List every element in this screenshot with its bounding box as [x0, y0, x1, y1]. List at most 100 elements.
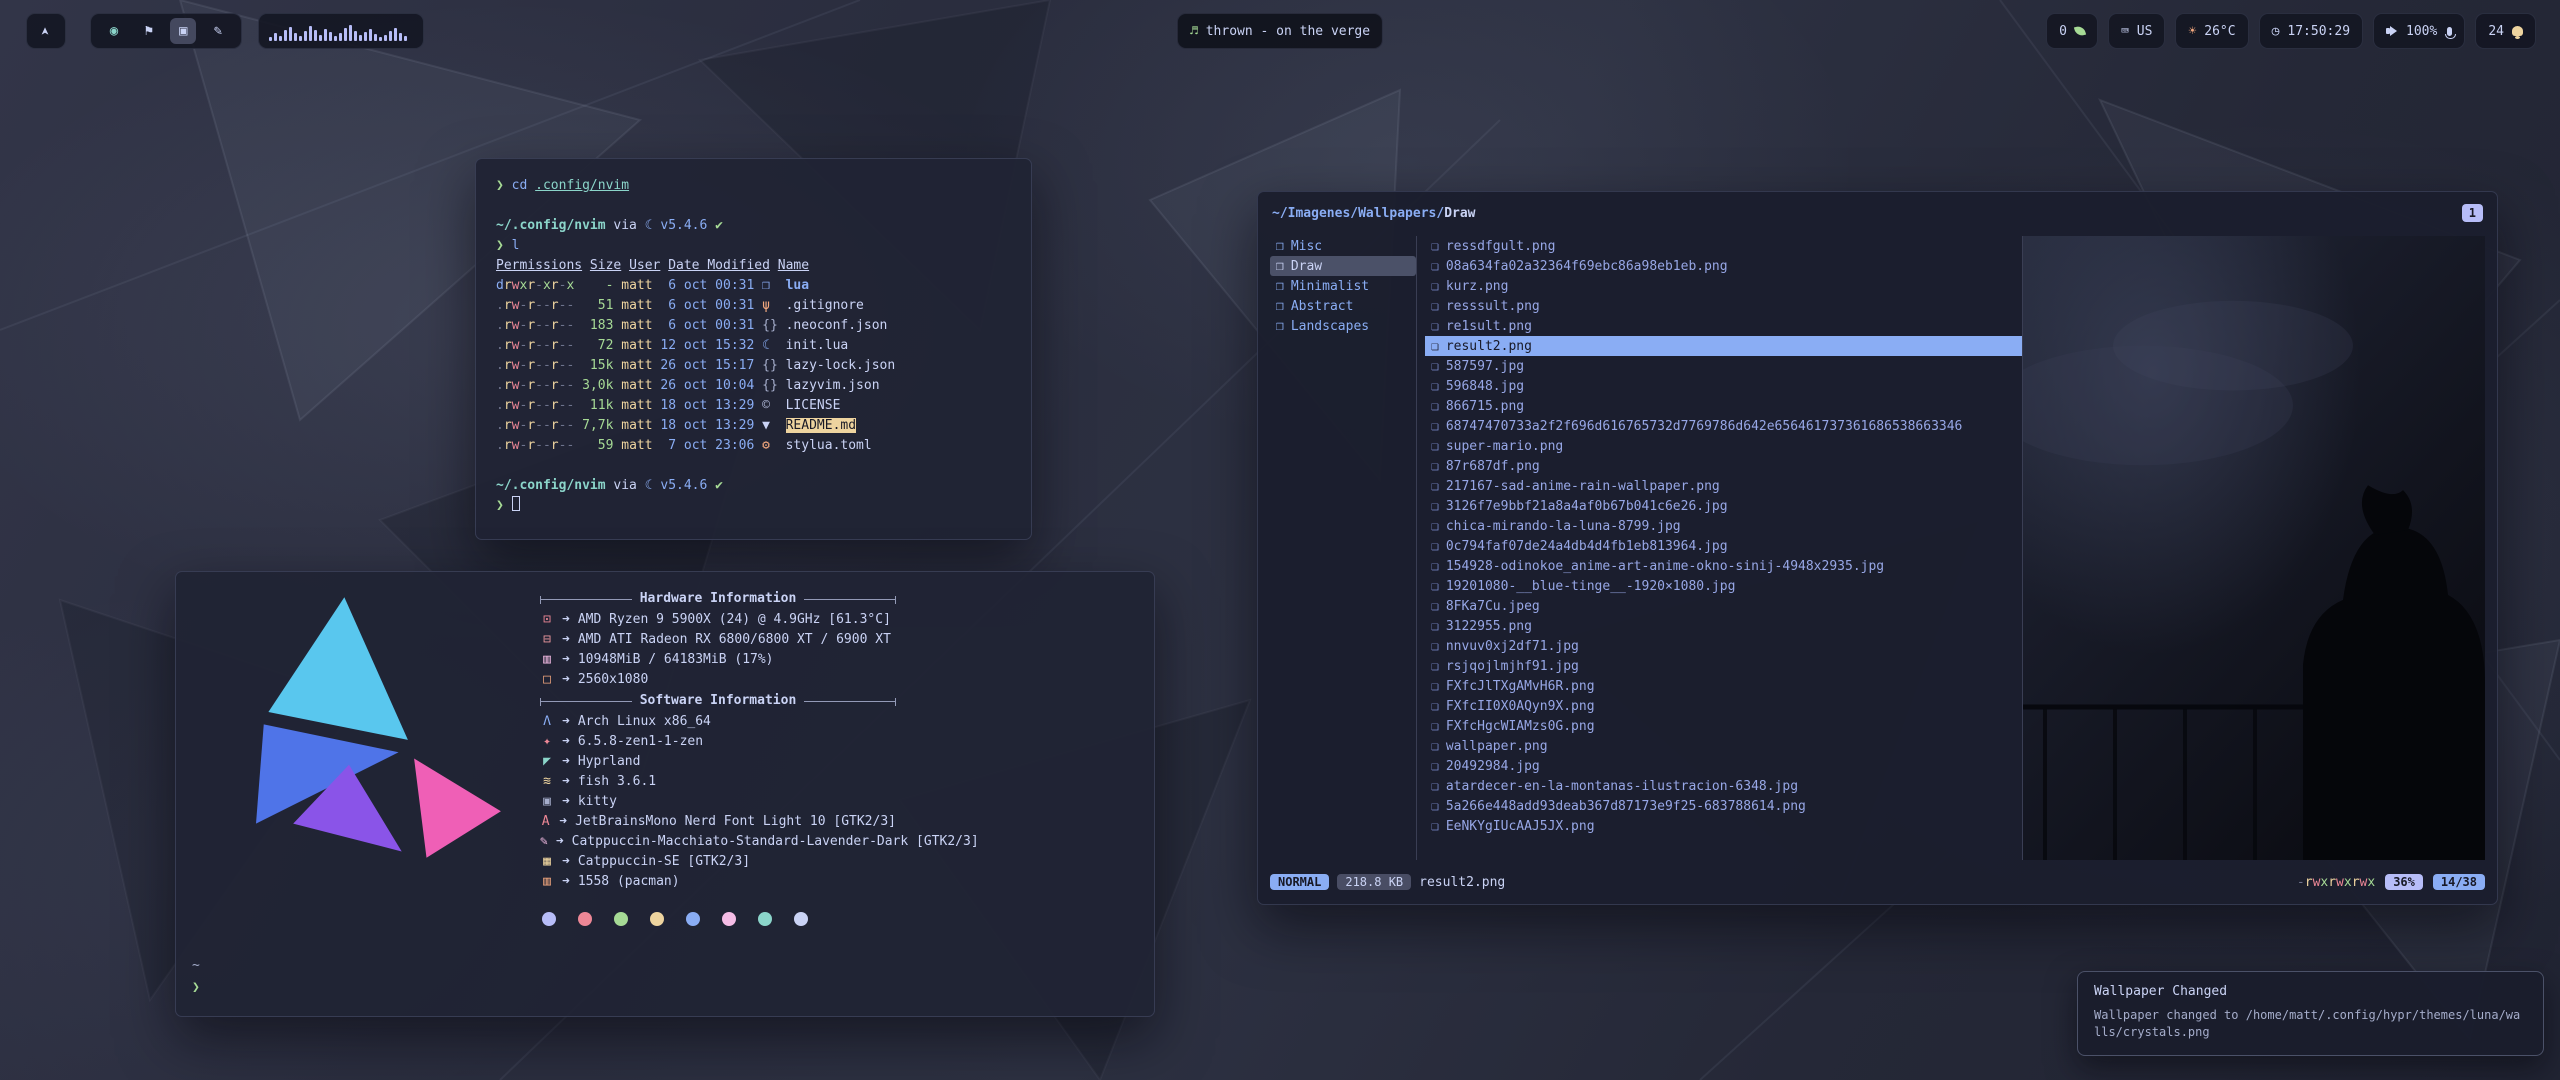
ls-row: .rw-r--r-- 7,7k matt 18 oct 13:29 ▼ READ… — [496, 416, 1011, 436]
visualizer-bar — [374, 34, 377, 41]
palette-dot — [758, 912, 772, 926]
ls-row: .rw-r--r-- 59 matt 7 oct 23:06 ⚙ stylua.… — [496, 436, 1011, 456]
prompt-context-line: ~/.config/nvim via ☾ v5.4.6 ✔ — [496, 476, 1011, 496]
keyboard-layout: US — [2137, 24, 2153, 39]
visualizer-bar — [379, 37, 382, 41]
file-name: LICENSE — [786, 398, 841, 413]
file-item[interactable]: ❏nnvuv0xj2df71.jpg — [1425, 636, 2022, 656]
file-item[interactable]: ❏FXfcHgcWIAMzs0G.png — [1425, 716, 2022, 736]
file-item[interactable]: ❏5a266e448add93deab367d87173e9f25-683788… — [1425, 796, 2022, 816]
file-item[interactable]: ❏217167-sad-anime-rain-wallpaper.png — [1425, 476, 2022, 496]
section-title: Hardware Information — [640, 589, 797, 609]
files-workspace-icon[interactable]: ▣ — [170, 18, 196, 44]
shell-command-line: ❯ cd .config/nvim — [496, 176, 1011, 196]
edit-workspace-icon[interactable]: ✎ — [205, 18, 231, 44]
visualizer-bar — [384, 35, 387, 41]
file-item[interactable]: ❏154928-odinokoe_anime-art-anime-okno-si… — [1425, 556, 2022, 576]
command: cd — [512, 178, 528, 193]
color-palette — [540, 912, 896, 926]
packages-icon: ▥ — [540, 872, 554, 892]
file-item[interactable]: ❏resssult.png — [1425, 296, 2022, 316]
file-item[interactable]: ❏chica-mirando-la-luna-8799.jpg — [1425, 516, 2022, 536]
flag-workspace-icon[interactable]: ⚑ — [136, 18, 162, 44]
info-line: A➜JetBrainsMono Nerd Font Light 10 [GTK2… — [540, 812, 896, 832]
shell-input-line[interactable]: ❯ — [496, 496, 1011, 516]
file-item[interactable]: ❏result2.png — [1425, 336, 2022, 356]
visualizer-bar — [364, 32, 367, 41]
file-item[interactable]: ❏rsjqojlmjhf91.jpg — [1425, 656, 2022, 676]
info-line: ⊟➜AMD ATI Radeon RX 6800/6800 XT / 6900 … — [540, 630, 896, 650]
prompt-symbol: ❯ — [496, 498, 504, 513]
visualizer-bar — [319, 35, 322, 41]
prompt-symbol[interactable]: ❯ — [192, 978, 200, 998]
dir-item[interactable]: ❒Minimalist — [1270, 276, 1416, 296]
file-item[interactable]: ❏19201080-__blue-tinge__-1920×1080.jpg — [1425, 576, 2022, 596]
file-item[interactable]: ❏wallpaper.png — [1425, 736, 2022, 756]
file-name: README.md — [786, 418, 856, 433]
image-file-icon: ❏ — [1431, 419, 1439, 434]
volume-pill[interactable]: 100% — [2373, 13, 2465, 49]
topbar: ➤ ◉ ⚑ ▣ ✎ ♬thrown - on the verge 0 ⌨US ☀26°… — [0, 13, 2560, 49]
visualizer-bar — [314, 30, 317, 41]
file-item[interactable]: ❏FXfcJlTXgAMvH6R.png — [1425, 676, 2022, 696]
file-name: stylua.toml — [786, 438, 872, 453]
browser-workspace-icon[interactable]: ◉ — [101, 18, 127, 44]
dir-item[interactable]: ❒Draw — [1270, 256, 1416, 276]
file-item[interactable]: ❏68747470733a2f2f696d616765732d7769786d6… — [1425, 416, 2022, 436]
file-list: ❏ressdfgult.png❏08a634fa02a32364f69ebc86… — [1416, 236, 2023, 860]
audio-visualizer[interactable] — [258, 13, 424, 49]
dir-item[interactable]: ❒Landscapes — [1270, 316, 1416, 336]
updates-count: 0 — [2059, 24, 2067, 39]
file-item[interactable]: ❏kurz.png — [1425, 276, 2022, 296]
file-item[interactable]: ❏re1sult.png — [1425, 316, 2022, 336]
file-item[interactable]: ❏866715.png — [1425, 396, 2022, 416]
weather-pill[interactable]: ☀26°C — [2175, 13, 2248, 49]
file-item[interactable]: ❏8FKa7Cu.jpeg — [1425, 596, 2022, 616]
ls-row: .rw-r--r-- 11k matt 18 oct 13:29 © LICEN… — [496, 396, 1011, 416]
file-item[interactable]: ❏596848.jpg — [1425, 376, 2022, 396]
file-item[interactable]: ❏20492984.jpg — [1425, 756, 2022, 776]
file-manager-window[interactable]: ~/Imagenes/Wallpapers/Draw 1 ❒Misc❒Draw❒… — [1257, 191, 2498, 905]
breadcrumb: ~/Imagenes/Wallpapers/Draw — [1272, 206, 1476, 221]
section-title: Software Information — [640, 691, 797, 711]
file-item[interactable]: ❏3126f7e9bbf21a8a4af0b67b041c6e26.jpg — [1425, 496, 2022, 516]
image-file-icon: ❏ — [1431, 799, 1439, 814]
image-file-icon: ❏ — [1431, 519, 1439, 534]
notifications-pill[interactable]: 24 — [2475, 13, 2536, 49]
file-item[interactable]: ❏FXfcII0X0AQyn9X.png — [1425, 696, 2022, 716]
terminal-window[interactable]: ❯ cd .config/nvim ~/.config/nvim via ☾ v… — [475, 158, 1032, 540]
file-item[interactable]: ❏08a634fa02a32364f69ebc86a98eb1eb.png — [1425, 256, 2022, 276]
ls-row: drwxr-xr-x - matt 6 oct 00:31 ❒ lua — [496, 276, 1011, 296]
file-item[interactable]: ❏EeNKYgIUcAAJ5JX.png — [1425, 816, 2022, 836]
file-item[interactable]: ❏atardecer-en-la-montanas-ilustracion-63… — [1425, 776, 2022, 796]
dir-item[interactable]: ❒Misc — [1270, 236, 1416, 256]
list-position-badge: 14/38 — [2433, 874, 2485, 890]
status-right: -rwxrwxrwx 36% 14/38 — [2297, 874, 2485, 890]
info-line: ◤➜Hyprland — [540, 752, 896, 772]
dir-item[interactable]: ❒Abstract — [1270, 296, 1416, 316]
keyboard-pill[interactable]: ⌨US — [2108, 13, 2165, 49]
info-line: ✦➜6.5.8-zen1-1-zen — [540, 732, 896, 752]
file-item[interactable]: ❏ressdfgult.png — [1425, 236, 2022, 256]
image-file-icon: ❏ — [1431, 339, 1439, 354]
updates-pill[interactable]: 0 — [2046, 13, 2098, 49]
file-name: .gitignore — [786, 298, 864, 313]
file-item[interactable]: ❏587597.jpg — [1425, 356, 2022, 376]
clock-pill[interactable]: ◷17:50:29 — [2259, 13, 2363, 49]
fetch-terminal-window[interactable]: Hardware Information ⊡➜AMD Ryzen 9 5900X… — [175, 571, 1155, 1017]
notification-popup[interactable]: Wallpaper Changed Wallpaper changed to /… — [2077, 971, 2544, 1056]
palette-dot — [578, 912, 592, 926]
image-file-icon: ❏ — [1431, 279, 1439, 294]
file-item[interactable]: ❏0c794faf07de24a4db4d4fb1eb813964.jpg — [1425, 536, 2022, 556]
file-item[interactable]: ❏3122955.png — [1425, 616, 2022, 636]
launcher-button[interactable]: ➤ — [26, 13, 66, 49]
image-file-icon: ❏ — [1431, 559, 1439, 574]
memory-icon: ▥ — [540, 650, 554, 670]
status-pills: 0 ⌨US ☀26°C ◷17:50:29 100% 24 — [2046, 13, 2536, 49]
folder-icon: ❒ — [1276, 299, 1284, 314]
file-item[interactable]: ❏87r687df.png — [1425, 456, 2022, 476]
media-title-pill[interactable]: ♬thrown - on the verge — [1177, 13, 1383, 49]
visualizer-bar — [309, 26, 312, 41]
selected-file-name: result2.png — [1419, 875, 1505, 890]
file-item[interactable]: ❏super-mario.png — [1425, 436, 2022, 456]
